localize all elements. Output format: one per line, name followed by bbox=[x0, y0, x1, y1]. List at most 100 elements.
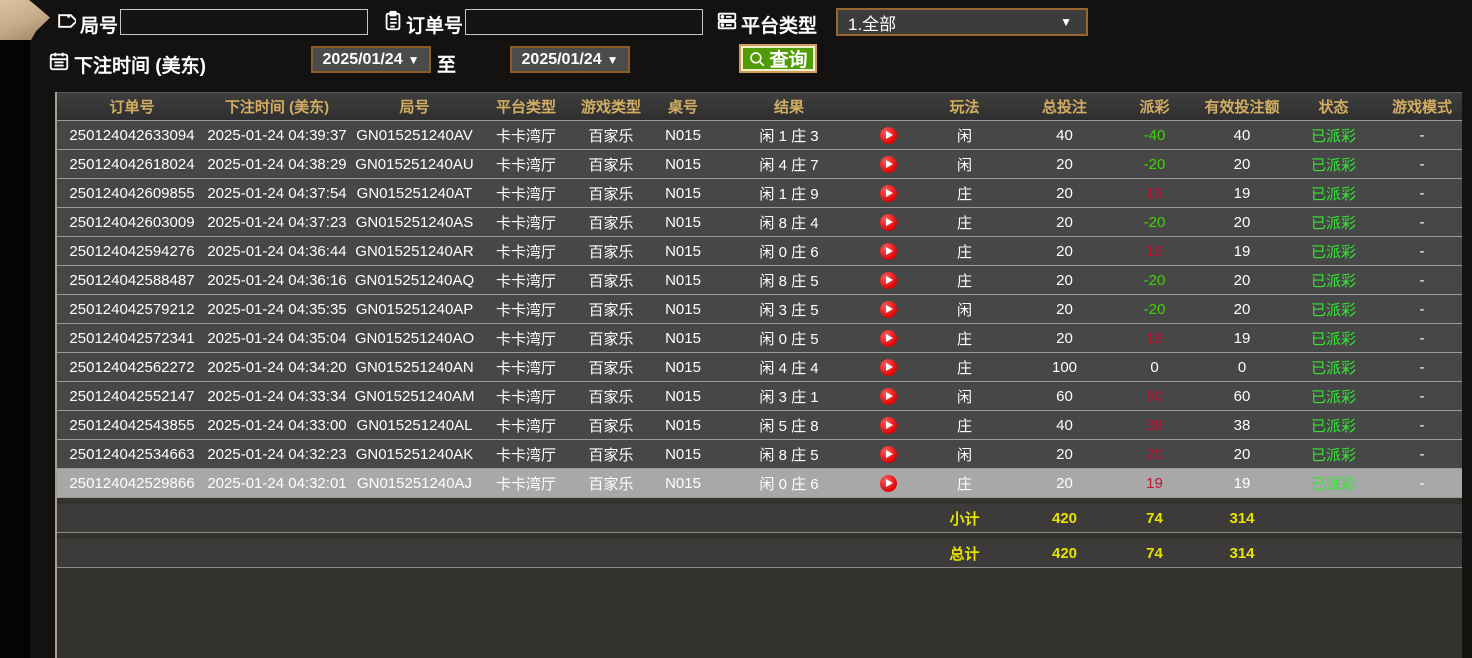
cell-time: 2025-01-24 04:35:04 bbox=[207, 330, 347, 347]
cell-table: N015 bbox=[652, 301, 714, 318]
cell-status: 已派彩 bbox=[1287, 125, 1380, 146]
cell-valid-bet: 60 bbox=[1197, 388, 1287, 405]
cell-replay bbox=[864, 474, 912, 492]
cell-order: 250124042562272 bbox=[57, 359, 207, 376]
cell-total-bet: 20 bbox=[1017, 272, 1112, 289]
cell-payout: -40 bbox=[1112, 127, 1197, 144]
column-header-11: 有效投注额 bbox=[1197, 96, 1287, 117]
cell-payout: -20 bbox=[1112, 156, 1197, 173]
play-icon[interactable] bbox=[880, 475, 897, 492]
table-row[interactable]: 2501240425438552025-01-24 04:33:00GN0152… bbox=[57, 411, 1462, 440]
table-row[interactable]: 2501240425942762025-01-24 04:36:44GN0152… bbox=[57, 237, 1462, 266]
order-label: 订单号 bbox=[406, 11, 463, 38]
table-row[interactable]: 2501240426330942025-01-24 04:39:37GN0152… bbox=[57, 121, 1462, 150]
play-icon[interactable] bbox=[880, 243, 897, 260]
subtotal-label: 小计 bbox=[912, 508, 1017, 529]
play-icon[interactable] bbox=[880, 272, 897, 289]
subtotal-total-bet: 420 bbox=[1017, 510, 1112, 527]
order-input[interactable] bbox=[465, 9, 703, 35]
cell-game: 百家乐 bbox=[570, 386, 652, 407]
cell-time: 2025-01-24 04:37:54 bbox=[207, 185, 347, 202]
cell-time: 2025-01-24 04:37:23 bbox=[207, 214, 347, 231]
cell-platform: 卡卡湾厅 bbox=[482, 241, 570, 262]
cell-platform: 卡卡湾厅 bbox=[482, 415, 570, 436]
cell-round: GN015251240AM bbox=[347, 388, 482, 405]
cell-total-bet: 20 bbox=[1017, 243, 1112, 260]
cell-valid-bet: 0 bbox=[1197, 359, 1287, 376]
cell-table: N015 bbox=[652, 243, 714, 260]
cell-play: 闲 bbox=[912, 444, 1017, 465]
cell-play: 庄 bbox=[912, 357, 1017, 378]
cell-total-bet: 40 bbox=[1017, 417, 1112, 434]
play-icon[interactable] bbox=[880, 156, 897, 173]
magnifier-icon bbox=[748, 50, 766, 68]
table-row[interactable]: 2501240425622722025-01-24 04:34:20GN0152… bbox=[57, 353, 1462, 382]
subtotal-row: 小计 420 74 314 bbox=[57, 504, 1462, 533]
cell-play: 庄 bbox=[912, 473, 1017, 494]
table-row[interactable]: 2501240426180242025-01-24 04:38:29GN0152… bbox=[57, 150, 1462, 179]
date-to-select[interactable]: 2025/01/24 ▼ bbox=[510, 46, 630, 73]
cell-status: 已派彩 bbox=[1287, 357, 1380, 378]
play-icon[interactable] bbox=[880, 417, 897, 434]
cell-order: 250124042529866 bbox=[57, 475, 207, 492]
cell-play: 庄 bbox=[912, 241, 1017, 262]
cell-total-bet: 20 bbox=[1017, 446, 1112, 463]
table-row[interactable]: 2501240425884872025-01-24 04:36:16GN0152… bbox=[57, 266, 1462, 295]
play-icon[interactable] bbox=[880, 388, 897, 405]
table-row[interactable]: 2501240425723412025-01-24 04:35:04GN0152… bbox=[57, 324, 1462, 353]
play-icon[interactable] bbox=[880, 185, 897, 202]
cell-play: 庄 bbox=[912, 415, 1017, 436]
play-icon[interactable] bbox=[880, 214, 897, 231]
table-row[interactable]: 2501240426098552025-01-24 04:37:54GN0152… bbox=[57, 179, 1462, 208]
table-row[interactable]: 2501240425521472025-01-24 04:33:34GN0152… bbox=[57, 382, 1462, 411]
cell-game: 百家乐 bbox=[570, 241, 652, 262]
cell-table: N015 bbox=[652, 127, 714, 144]
cell-round: GN015251240AQ bbox=[347, 272, 482, 289]
round-input[interactable] bbox=[120, 9, 368, 35]
cell-time: 2025-01-24 04:32:01 bbox=[207, 475, 347, 492]
cell-mode: - bbox=[1380, 127, 1464, 144]
play-icon[interactable] bbox=[880, 330, 897, 347]
total-payout: 74 bbox=[1112, 545, 1197, 562]
server-icon bbox=[716, 10, 738, 32]
cell-table: N015 bbox=[652, 330, 714, 347]
cell-total-bet: 100 bbox=[1017, 359, 1112, 376]
play-icon[interactable] bbox=[880, 301, 897, 318]
cell-play: 庄 bbox=[912, 328, 1017, 349]
cell-payout: 38 bbox=[1112, 417, 1197, 434]
cell-platform: 卡卡湾厅 bbox=[482, 183, 570, 204]
total-row: 总计 420 74 314 bbox=[57, 539, 1462, 568]
table-row[interactable]: 2501240425346632025-01-24 04:32:23GN0152… bbox=[57, 440, 1462, 469]
cell-mode: - bbox=[1380, 272, 1464, 289]
play-icon[interactable] bbox=[880, 127, 897, 144]
cell-order: 250124042579212 bbox=[57, 301, 207, 318]
table-row[interactable]: 2501240426030092025-01-24 04:37:23GN0152… bbox=[57, 208, 1462, 237]
column-header-12: 状态 bbox=[1287, 96, 1380, 117]
search-button[interactable]: 查询 bbox=[739, 44, 817, 73]
tag-icon bbox=[54, 10, 76, 32]
cell-game: 百家乐 bbox=[570, 299, 652, 320]
cell-payout: 19 bbox=[1112, 330, 1197, 347]
betting-records-screen: 局号 订单号 平台类型 1.全部 ▼ bbox=[0, 0, 1472, 658]
cell-mode: - bbox=[1380, 214, 1464, 231]
cell-total-bet: 20 bbox=[1017, 330, 1112, 347]
table-header-row: 订单号下注时间 (美东)局号平台类型游戏类型桌号结果玩法总投注派彩有效投注额状态… bbox=[57, 92, 1462, 121]
cell-total-bet: 20 bbox=[1017, 475, 1112, 492]
cell-game: 百家乐 bbox=[570, 357, 652, 378]
subtotal-payout: 74 bbox=[1112, 510, 1197, 527]
total-total-bet: 420 bbox=[1017, 545, 1112, 562]
play-icon[interactable] bbox=[880, 446, 897, 463]
cell-valid-bet: 20 bbox=[1197, 214, 1287, 231]
cell-total-bet: 20 bbox=[1017, 156, 1112, 173]
date-from-select[interactable]: 2025/01/24 ▼ bbox=[311, 46, 431, 73]
cell-play: 庄 bbox=[912, 212, 1017, 233]
cell-total-bet: 20 bbox=[1017, 185, 1112, 202]
table-row[interactable]: 2501240425792122025-01-24 04:35:35GN0152… bbox=[57, 295, 1462, 324]
platform-select[interactable]: 1.全部 ▼ bbox=[836, 8, 1088, 36]
cell-order: 250124042572341 bbox=[57, 330, 207, 347]
cell-table: N015 bbox=[652, 272, 714, 289]
table-row[interactable]: 2501240425298662025-01-24 04:32:01GN0152… bbox=[57, 469, 1462, 498]
play-icon[interactable] bbox=[880, 359, 897, 376]
cell-mode: - bbox=[1380, 330, 1464, 347]
cell-result: 闲 4 庄 7 bbox=[714, 154, 864, 175]
